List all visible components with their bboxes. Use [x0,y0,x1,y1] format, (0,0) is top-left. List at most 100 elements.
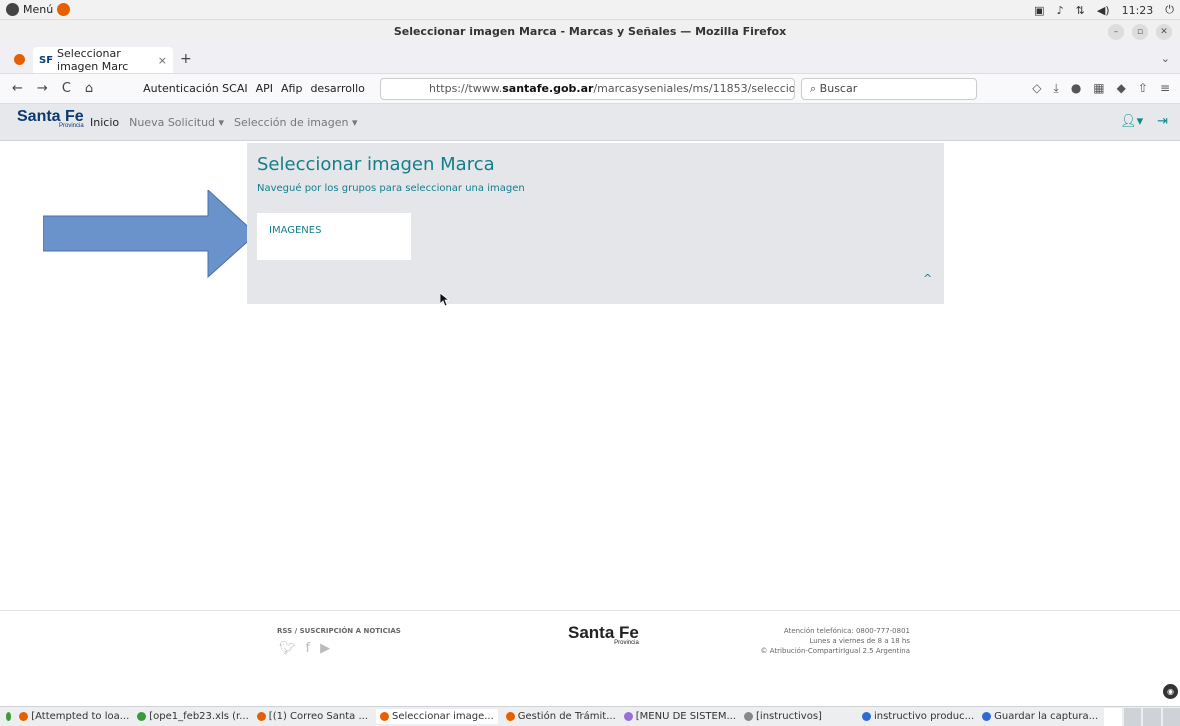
power-icon[interactable]: ⏻ [1165,3,1174,17]
taskbar-item-active[interactable]: Seleccionar image... [376,709,498,724]
clock[interactable]: 11:23 [1122,4,1154,17]
search-placeholder: Buscar [819,82,858,95]
workspace-4[interactable] [1162,707,1180,726]
bookmarks-toolbar: Autenticación SCAI API Afip desarrollo [143,82,365,95]
footer-logo: Santa Fe Provincia [568,623,639,646]
back-button[interactable]: ← [12,81,23,96]
volume-icon[interactable]: ◀) [1097,4,1110,17]
youtube-icon[interactable]: ▶ [320,641,330,656]
facebook-icon[interactable]: f [306,641,311,656]
annotation-arrow [43,190,257,278]
taskbar-item[interactable]: instructivo produc... [861,711,975,722]
firefox-icon [19,712,29,721]
user-icon[interactable]: 👤︎▾ [1120,114,1143,129]
taskbar-item[interactable]: [MENU DE SISTEM... [623,711,736,722]
url-bar[interactable]: https://twww.santafe.gob.ar/marcasysenia… [380,78,795,100]
network-icon[interactable]: ▣ [1034,4,1044,17]
list-tabs-icon[interactable]: ⌄ [1161,52,1170,65]
url-domain: santafe.gob.ar [502,82,594,95]
firefox-icon[interactable] [57,3,71,16]
hamburger-menu-icon[interactable]: ≡ [1160,81,1170,96]
contact-info: Atención telefónica: 0800-777-0801 Lunes… [761,626,910,656]
nav-inicio[interactable]: Inicio [90,116,119,129]
tab-close-icon[interactable]: × [158,54,167,67]
start-menu-icon[interactable] [6,712,12,721]
firefox-icon [256,712,266,721]
image-group-card[interactable]: IMAGENES [257,213,411,260]
firefox-view-icon[interactable] [14,54,25,65]
contact-hours: Lunes a viernes de 8 a 18 hs [809,637,911,645]
screenshot-icon [982,712,992,721]
url-path: /marcasyseniales/ms/11853/seleccionar-im… [593,82,795,95]
metamask-icon[interactable]: ◆ [1117,81,1126,96]
taskbar-item[interactable]: [Attempted to loa... [19,711,129,722]
page-title: Seleccionar imagen Marca [257,154,495,175]
window-title-bar: Seleccionar imagen Marca - Marcas y Seña… [0,20,1180,44]
menu-icon [6,3,19,16]
taskbar-label: Gestión de Trámit... [517,711,616,722]
taskbar-label: [Attempted to loa... [31,711,130,722]
folder-icon [744,712,754,721]
maximize-button[interactable]: ▫ [1132,24,1148,40]
system-menu-button[interactable]: Menú [6,3,71,16]
reload-button[interactable]: C [62,81,71,96]
santa-fe-logo[interactable]: Santa Fe Provincia [17,108,84,129]
bluetooth-icon[interactable]: ♪ [1057,4,1064,17]
workspace-1[interactable] [1104,707,1122,726]
tab-label: Seleccionar imagen Marc [57,47,129,73]
workspace-2[interactable] [1123,707,1142,726]
workspace-3[interactable] [1143,707,1161,726]
taskbar-label: [(1) Correo Santa ... [268,711,368,722]
taskbar-label: [instructivos] [756,711,822,722]
tab-favicon: SF [39,54,54,66]
image-selection-panel: Seleccionar imagen Marca Navegué por los… [247,143,944,304]
spreadsheet-icon [137,712,147,721]
document-icon [861,712,871,721]
bookmark-desarrollo[interactable]: desarrollo [310,82,364,95]
rss-link[interactable]: RSS / SUSCRIPCIÓN A NOTICIAS [277,627,401,635]
taskbar-label: Seleccionar image... [392,711,494,722]
page-footer: RSS / SUSCRIPCIÓN A NOTICIAS 🐦︎ f ▶ Sant… [0,610,1180,696]
nav-nueva-solicitud[interactable]: Nueva Solicitud ▾ [129,116,224,129]
mouse-cursor-icon [440,293,450,307]
logout-icon[interactable]: ⇥ [1157,114,1168,129]
twitter-icon[interactable]: 🐦︎ [279,641,296,656]
license-link[interactable]: © Atribución-CompartirIgual 2.5 Argentin… [761,646,910,656]
bookmark-api[interactable]: API [256,82,273,95]
downloads-icon[interactable]: ⤓ [1054,81,1059,96]
firefox-icon [380,712,389,721]
bookmark-autenticacion-scai[interactable]: Autenticación SCAI [143,82,247,95]
settings-icon[interactable]: ⇅ [1076,4,1085,17]
bookmark-afip[interactable]: Afip [281,82,302,95]
taskbar-item[interactable]: Guardar la captura... [982,711,1098,722]
firefox-icon [505,712,515,721]
tab-seleccionar-imagen[interactable]: SF Seleccionar imagen Marc × [33,47,173,73]
taskbar-item[interactable]: [instructivos] [744,711,822,722]
app-indicator-icon[interactable]: ◉ [1163,684,1178,699]
extension-icon[interactable]: ● [1071,81,1081,96]
app-icon [623,712,633,721]
new-tab-button[interactable]: + [180,51,192,67]
minimize-button[interactable]: – [1108,24,1124,40]
taskbar-item[interactable]: Gestión de Trámit... [505,711,616,722]
forward-button[interactable]: → [37,81,48,96]
navigation-bar: ← → C ⌂ Autenticación SCAI API Afip desa… [0,74,1180,104]
share-icon[interactable]: ⇧ [1138,81,1148,96]
translate-icon[interactable]: ▦ [1093,81,1104,96]
window-title: Seleccionar imagen Marca - Marcas y Seña… [393,25,787,38]
contact-phone: Atención telefónica: 0800-777-0801 [783,627,910,635]
pocket-icon[interactable]: ◇ [1032,81,1041,96]
taskbar: [Attempted to loa... [ope1_feb23.xls (r.… [0,706,1180,726]
system-top-bar: Menú ▣ ♪ ⇅ ◀) 11:23 ⏻ [0,0,1180,20]
taskbar-item[interactable]: [(1) Correo Santa ... [256,711,368,722]
app-header: Santa Fe Provincia Inicio Nueva Solicitu… [0,104,1180,141]
collapse-icon[interactable]: ^ [923,272,932,285]
home-button[interactable]: ⌂ [85,81,93,96]
taskbar-item[interactable]: [ope1_feb23.xls (r... [137,711,249,722]
search-input[interactable]: ⌕ Buscar [801,78,977,100]
close-window-button[interactable]: ✕ [1156,24,1172,40]
taskbar-label: instructivo produc... [873,711,975,722]
image-group-link[interactable]: IMAGENES [269,225,321,236]
tab-strip: SF Seleccionar imagen Marc × + ⌄ [0,44,1180,74]
nav-seleccion-imagen[interactable]: Selección de imagen ▾ [234,116,357,129]
